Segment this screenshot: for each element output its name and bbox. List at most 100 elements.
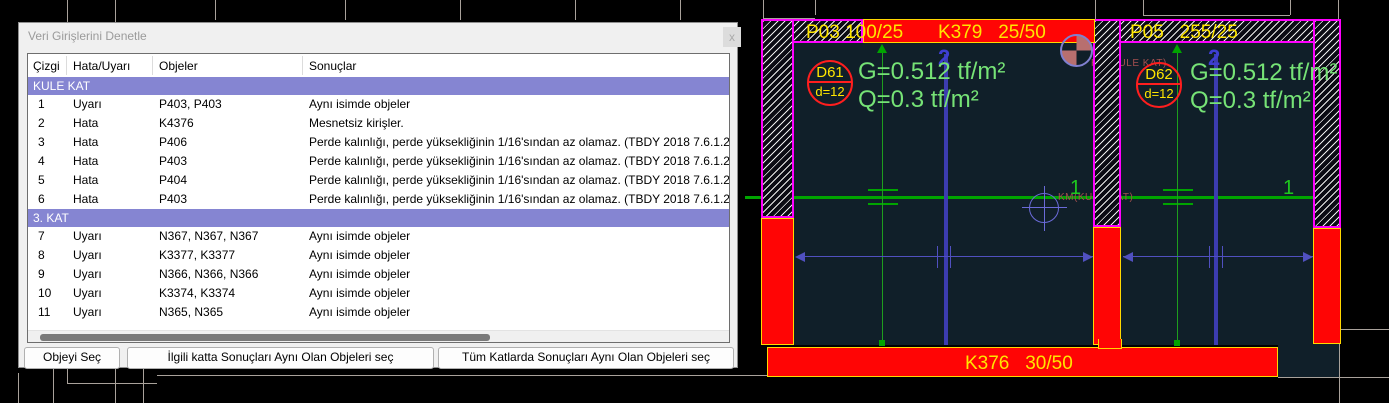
beam-k372[interactable]: K372 25/50 [1313,228,1341,344]
grid-line [1095,0,1096,19]
cell-objects: N367, N367, N367 [159,229,259,243]
slab-tag-name: D62 [1138,64,1180,85]
north-symbol-icon [1060,34,1093,67]
grid-line [67,368,68,384]
table-row[interactable]: 1 Uyarı P403, P403 Aynı isimde objeler [28,95,729,114]
column-separator [66,56,67,75]
column-separator [152,56,153,75]
select-same-results-floor-button[interactable]: İlgili katta Sonuçları Aynı Olan Objeler… [127,347,434,369]
cell-type: Uyarı [73,248,102,262]
table-row[interactable]: 6 Hata P403 Perde kalınlığı, perde yüksekli… [28,190,729,209]
table-row[interactable]: 10 Uyarı K3374, K3374 Aynı isimde objeler [28,284,729,303]
table-row[interactable]: 11 Uyarı N365, N365 Aynı isimde objeler [28,303,729,322]
wall-p04-left[interactable]: P04 25/220 [1093,19,1121,227]
grid-line [680,0,681,20]
grid-line [67,0,68,22]
wall-p03-left[interactable]: P03 25/220 [761,19,794,218]
grid-line [115,368,116,403]
cell-line: 2 [38,116,45,130]
cell-result: Aynı isimde objeler [309,305,411,319]
axis-tick [868,203,898,205]
grid-line [143,368,144,403]
grid-line [575,0,576,20]
cell-objects: P403 [159,154,188,168]
column-header-type[interactable]: Hata/Uyarı [68,59,154,73]
grid-line [1278,377,1389,378]
cell-type: Hata [73,116,99,130]
cell-line: 8 [38,248,45,262]
cell-objects: P403, P403 [159,97,222,111]
cell-type: Uyarı [73,97,102,111]
grid-line [815,0,816,15]
grid-line [215,0,216,20]
app-canvas: { "dialog": { "title": "Veri Girişlerini… [0,0,1389,403]
table-row[interactable]: 9 Uyarı N366, N366, N366 Aynı isimde objele… [28,265,729,284]
cell-result: Aynı isimde objeler [309,97,411,111]
cell-type: Hata [73,173,99,187]
axis-foot [1174,340,1180,346]
slab-tag-d62[interactable]: D62 d=12 [1136,62,1182,108]
check-data-entries-dialog: Veri Girişlerini Denetle x Çizgi Hata/Uy… [18,22,741,369]
dimension-tick [1222,246,1223,268]
axis-tick [868,189,898,191]
cell-type: Uyarı [73,267,102,281]
column-header-line[interactable]: Çizgi [28,59,68,73]
axis-tick [1163,203,1193,205]
grid-line [115,0,116,22]
cell-result: Perde kalınlığı, perde yüksekliğinin 1/1… [309,192,729,206]
beam-k371[interactable]: K371 25/50 [761,218,794,345]
wall-label: P03 25/220 [761,114,768,212]
table-header: Çizgi Hata/Uyarı Objeler Sonuçlar [28,54,729,77]
wall-p06-right[interactable]: P06 25/220 [1313,19,1341,228]
group-header-row[interactable]: KULE KAT [28,77,729,95]
beam-k376-joint [1098,339,1122,349]
grid-line [1143,0,1144,15]
cell-type: Hata [73,154,99,168]
dialog-title-bar[interactable]: Veri Girişlerini Denetle [19,23,737,49]
axis-foot [879,340,885,346]
beam-k378[interactable]: K378 25/50 [1093,227,1121,345]
select-same-results-all-floors-button[interactable]: Tüm Katlarda Sonuçları Aynı Olan Objeler… [438,347,734,369]
wall-label: P04 25/220 [1093,123,1097,221]
grid-line [460,0,461,20]
cell-objects: N365, N365 [159,305,224,319]
horizontal-scrollbar[interactable] [28,330,729,342]
results-table: Çizgi Hata/Uyarı Objeler Sonuçlar KULE K… [27,53,730,343]
table-row[interactable]: 4 Hata P403 Perde kalınlığı, perde yüksekli… [28,152,729,171]
beam-label: K379 25/50 [938,22,1046,43]
slab-tag-d61[interactable]: D61 d=12 [807,60,853,106]
cell-result: Perde kalınlığı, perde yüksekliğinin 1/1… [309,173,729,187]
slab-load-q: Q=0.3 tf/m² [1190,87,1311,114]
dimension-arrow [1123,252,1133,262]
table-row[interactable]: 3 Hata P406 Perde kalınlığı, perde yüksekli… [28,133,729,152]
cell-result: Perde kalınlığı, perde yüksekliğinin 1/1… [309,135,729,149]
table-row[interactable]: 7 Uyarı N367, N367, N367 Aynı isimde objele… [28,227,729,246]
cell-objects: P404 [159,173,188,187]
grid-line [345,0,346,20]
cell-objects: K4376 [159,116,194,130]
wall-label: P05 255/25 [1130,22,1238,43]
close-icon[interactable]: x [723,27,741,47]
select-object-button[interactable]: Objeyi Seç [24,347,120,369]
dimension-line [1123,256,1313,257]
cell-result: Aynı isimde objeler [309,248,411,262]
cell-objects: P406 [159,135,188,149]
table-row[interactable]: 2 Hata K4376 Mesnetsiz kirişler. [28,114,729,133]
slab-tag-thickness: d=12 [815,84,845,99]
grid-line [763,0,764,19]
column-header-objects[interactable]: Objeler [154,59,304,73]
cell-result: Perde kalınlığı, perde yüksekliğinin 1/1… [309,154,729,168]
scrollbar-thumb[interactable] [40,334,490,341]
grid-line [18,373,19,403]
group-header-row[interactable]: 3. KAT [28,209,729,227]
cell-line: 4 [38,154,45,168]
cell-type: Uyarı [73,305,102,319]
slab-load-q: Q=0.3 tf/m² [858,86,979,113]
column-header-results[interactable]: Sonuçlar [304,59,729,73]
table-row[interactable]: 5 Hata P404 Perde kalınlığı, perde yüksekli… [28,171,729,190]
column-separator [302,56,303,75]
cell-type: Uyarı [73,286,102,300]
cell-objects: P403 [159,192,188,206]
slab-load-g: G=0.512 tf/m² [1190,59,1338,86]
table-row[interactable]: 8 Uyarı K3377, K3377 Aynı isimde objeler [28,246,729,265]
